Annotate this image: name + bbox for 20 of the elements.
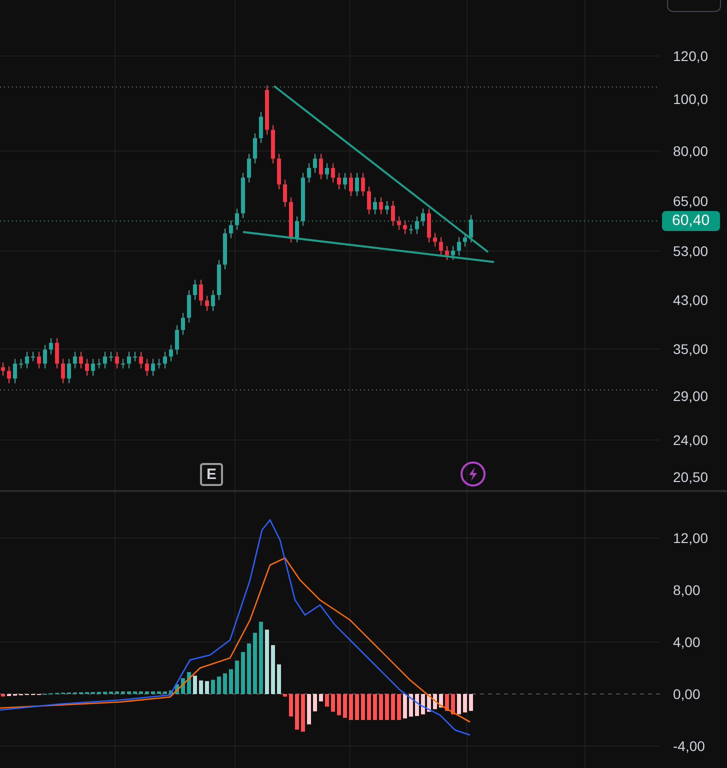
- macd-axis-label: 4,00: [673, 634, 700, 650]
- price-axis-label: 35,00: [673, 341, 708, 357]
- price-axis-label: 20,50: [673, 469, 708, 485]
- price-axis-label: 100,0: [673, 91, 708, 107]
- price-axis-label: 65,00: [673, 193, 708, 209]
- price-axis-label: 29,00: [673, 388, 708, 404]
- macd-axis-label: -4,00: [673, 738, 705, 754]
- price-axis-label: 43,00: [673, 292, 708, 308]
- macd-axis-label: 0,00: [673, 686, 700, 702]
- price-axis-label: 120,0: [673, 48, 708, 64]
- last-price-tag: 60,40: [662, 211, 720, 231]
- lightning-icon[interactable]: [460, 461, 486, 487]
- macd-axis-label: 12,00: [673, 530, 708, 546]
- earnings-marker[interactable]: E: [200, 463, 223, 486]
- price-axis-label: 80,00: [673, 143, 708, 159]
- price-axis-label: 24,00: [673, 432, 708, 448]
- trend-line[interactable]: [242, 231, 494, 263]
- price-axis-label: 53,00: [673, 243, 708, 259]
- macd-axis-label: 8,00: [673, 582, 700, 598]
- trend-line[interactable]: [273, 85, 489, 253]
